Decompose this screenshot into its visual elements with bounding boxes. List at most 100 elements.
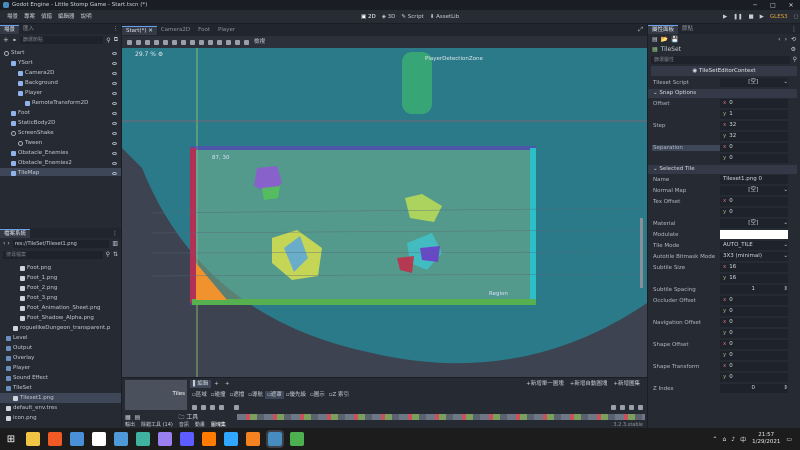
fs-file[interactable]: icon.png (0, 413, 121, 423)
move-tool-icon[interactable] (136, 39, 141, 45)
menu-help[interactable]: 說明 (78, 13, 95, 21)
shape-offset-x-field[interactable]: x0 (720, 340, 788, 349)
play-scene-icon[interactable]: ▶ (757, 13, 767, 21)
visibility-eye-icon[interactable] (112, 91, 117, 95)
notion-icon[interactable] (92, 432, 106, 446)
subtile-size-y-field[interactable]: y 16 (720, 274, 788, 283)
fs-file[interactable]: Foot_Animation_Sheet.png (0, 303, 121, 313)
scene-node[interactable]: ScreenShake (0, 128, 121, 138)
grid-view-icon[interactable]: ▦ (125, 414, 131, 421)
scene-node[interactable]: Player (0, 88, 121, 98)
pivot-icon[interactable] (172, 39, 177, 45)
visibility-eye-icon[interactable] (112, 61, 117, 65)
dock-menu-icon[interactable]: ⋮ (791, 26, 797, 33)
fs-file[interactable]: Tileset1.png (0, 393, 121, 403)
tileset-mode-tab[interactable]: ▫遮罩 (265, 391, 284, 399)
blender-sub-icon[interactable] (114, 432, 128, 446)
shape-transform-x-field[interactable]: x0 (720, 362, 788, 371)
menu-editor[interactable]: 編輯器 (55, 13, 78, 21)
workspace-2d[interactable]: ▣ 2D (358, 13, 379, 21)
new-single-tile-button[interactable]: +新增單一圖塊 (523, 380, 567, 388)
menu-scene[interactable]: 場景 (4, 13, 21, 21)
property-filter-input[interactable]: 篩選屬性 (651, 55, 790, 64)
visibility-eye-icon[interactable] (112, 141, 117, 145)
fs-file[interactable]: Foot_3.png (0, 293, 121, 303)
visibility-eye-icon[interactable] (112, 121, 117, 125)
history-icon[interactable]: ⟲ (791, 36, 796, 43)
photoshop-icon[interactable] (224, 432, 238, 446)
separation-x-field[interactable]: x0 (720, 143, 788, 152)
tileset-mode-tab[interactable]: ▫碰撞 (209, 391, 228, 399)
scene-node[interactable]: TileMap (0, 168, 121, 176)
new-atlas-button[interactable]: +新增圖集 (610, 380, 643, 388)
fs-file[interactable]: default_env.tres (0, 403, 121, 413)
list-select-icon[interactable] (163, 39, 168, 45)
sort-icon[interactable]: ⇅ (113, 251, 118, 258)
fs-file[interactable]: Foot.png (0, 263, 121, 273)
back-arrow-icon[interactable]: ‹ (3, 240, 5, 247)
after-effects-icon[interactable] (180, 432, 194, 446)
tab-filesystem[interactable]: 檔案系統 (0, 228, 31, 238)
scene-node[interactable]: StaticBody2D (0, 118, 121, 128)
ime-icon[interactable]: 中 (740, 435, 746, 444)
shape-offset-y-field[interactable]: y0 (720, 351, 788, 360)
tile-mode-select[interactable]: AUTO_TILE ⌄ (720, 241, 788, 250)
subtile-spacing-field[interactable]: 1 ⇕ (720, 285, 788, 294)
rect-icon[interactable] (210, 404, 215, 410)
gles-badge[interactable]: GLES3 (767, 13, 791, 21)
distraction-free-icon[interactable]: ⤢ (638, 26, 643, 34)
fs-folder[interactable]: TileSet (0, 383, 121, 393)
ruler-tool-icon[interactable] (190, 39, 195, 45)
volume-icon[interactable]: ♪ (731, 436, 735, 443)
link-icon[interactable]: ⚭ (12, 37, 17, 44)
notification-icon[interactable]: ▭ (786, 436, 792, 443)
illustrator-icon[interactable] (202, 432, 216, 446)
visibility-eye-icon[interactable] (112, 111, 117, 115)
brave-icon[interactable] (48, 432, 62, 446)
subtile-size-x-field[interactable]: x 16 (720, 263, 788, 272)
fs-file[interactable]: Foot_2.png (0, 283, 121, 293)
scene-node[interactable]: Start (0, 48, 121, 58)
visibility-eye-icon[interactable] (112, 81, 117, 85)
gear-icon[interactable] (638, 404, 643, 410)
zoom-label[interactable]: 29.7 % ⚙ (135, 51, 163, 58)
snap-icon[interactable] (199, 39, 204, 45)
tab-import[interactable]: 匯入 (19, 25, 38, 34)
group-icon[interactable] (226, 39, 231, 45)
modulate-color-swatch[interactable] (720, 230, 788, 239)
step-x-field[interactable]: x 32 (720, 121, 788, 130)
visibility-eye-icon[interactable] (112, 51, 117, 55)
workspace-script[interactable]: ✎ Script (398, 13, 426, 21)
fs-folder[interactable]: Output (0, 343, 121, 353)
visibility-eye-icon[interactable] (112, 171, 117, 175)
occluder-x-field[interactable]: x0 (720, 296, 788, 305)
tileset-mode-tab[interactable]: ▫圖示 (308, 391, 327, 399)
forward-arrow-icon[interactable]: › (7, 240, 9, 247)
shape-transform-y-field[interactable]: y0 (720, 373, 788, 382)
nav-x-field[interactable]: x0 (720, 318, 788, 327)
stop-icon[interactable]: ■ (745, 13, 756, 21)
select-tool-icon[interactable] (127, 39, 132, 45)
scene-node[interactable]: Foot (0, 108, 121, 118)
rotate-tool-icon[interactable] (145, 39, 150, 45)
tileset-mode-tab[interactable]: ▫區域 (190, 391, 209, 399)
menu-debug[interactable]: 偵錯 (38, 13, 55, 21)
resource-name[interactable]: TileSet (661, 46, 681, 53)
fs-folder[interactable]: Overlay (0, 353, 121, 363)
tab-node[interactable]: 節點 (678, 25, 697, 34)
material-field[interactable]: [空] ⌄ (720, 219, 788, 228)
tab-start-scene[interactable]: Start(*) ✕ (122, 25, 157, 35)
section-snap-options[interactable]: ⌄ Snap Options (648, 89, 797, 98)
object-menu-icon[interactable]: ⚙ (791, 46, 796, 53)
zoom-out-icon[interactable] (629, 404, 634, 410)
bone-icon[interactable] (235, 39, 240, 45)
new-autotile-button[interactable]: +新增自動圖塊 (567, 380, 611, 388)
view-menu[interactable]: 檢視 (251, 38, 268, 46)
visibility-eye-icon[interactable] (112, 71, 117, 75)
name-field[interactable]: Tileset1.png 0 (720, 175, 788, 184)
play-icon[interactable]: ▶ (720, 13, 730, 21)
file-explorer-icon[interactable] (26, 432, 40, 446)
scene-node[interactable]: Tween (0, 138, 121, 148)
skeleton-icon[interactable] (244, 39, 249, 45)
fs-folder[interactable]: Sound Effect (0, 373, 121, 383)
